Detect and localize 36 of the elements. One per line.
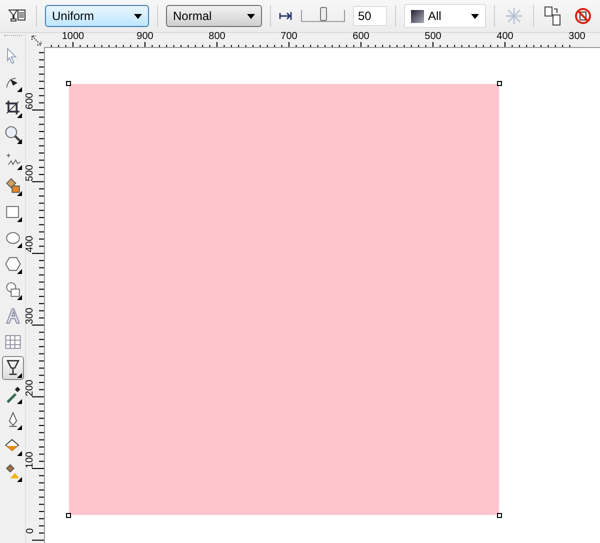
transparency-slider[interactable] <box>301 10 345 22</box>
selection-handle[interactable] <box>66 513 71 518</box>
ruler-label: 500 <box>24 164 36 182</box>
ruler-label: 400 <box>496 31 514 43</box>
selection-handle[interactable] <box>66 81 71 86</box>
ruler-origin-icon <box>30 34 42 46</box>
ruler-label: 300 <box>568 31 586 43</box>
ruler-label: 500 <box>424 31 442 43</box>
clear-icon[interactable] <box>572 5 594 27</box>
ruler-label: 100 <box>24 451 36 468</box>
ruler-label: 800 <box>208 31 226 43</box>
ruler-label: 900 <box>136 31 154 43</box>
ruler-label: 1000 <box>62 31 84 43</box>
ruler-label: 400 <box>24 236 36 253</box>
magnifier-icon <box>2 124 22 144</box>
selection-handle[interactable] <box>497 513 502 518</box>
tool-button[interactable] <box>2 356 24 380</box>
ruler-label: 700 <box>280 31 298 43</box>
caret-icon <box>471 14 479 18</box>
amount-field[interactable]: 50 <box>353 6 387 26</box>
arrow-to-bar-icon <box>279 11 293 21</box>
hexagon-icon <box>2 254 22 274</box>
ruler-label: 0 <box>24 528 37 534</box>
ruler-label: 300 <box>24 308 36 324</box>
ruler-label: 600 <box>24 92 36 110</box>
table-icon <box>2 332 22 352</box>
merge-mode-dropdown[interactable]: Normal <box>166 5 262 27</box>
fill-type-dropdown[interactable]: Uniform <box>45 5 149 27</box>
ruler-label: 200 <box>24 379 36 396</box>
ruler-label: 600 <box>352 31 370 43</box>
caret-icon <box>247 14 255 18</box>
slider-thumb[interactable] <box>320 7 327 21</box>
selection-handle[interactable] <box>497 81 502 86</box>
caret-icon <box>134 14 142 18</box>
gradient-square-icon <box>411 10 424 22</box>
target-dropdown[interactable]: All <box>404 4 486 28</box>
